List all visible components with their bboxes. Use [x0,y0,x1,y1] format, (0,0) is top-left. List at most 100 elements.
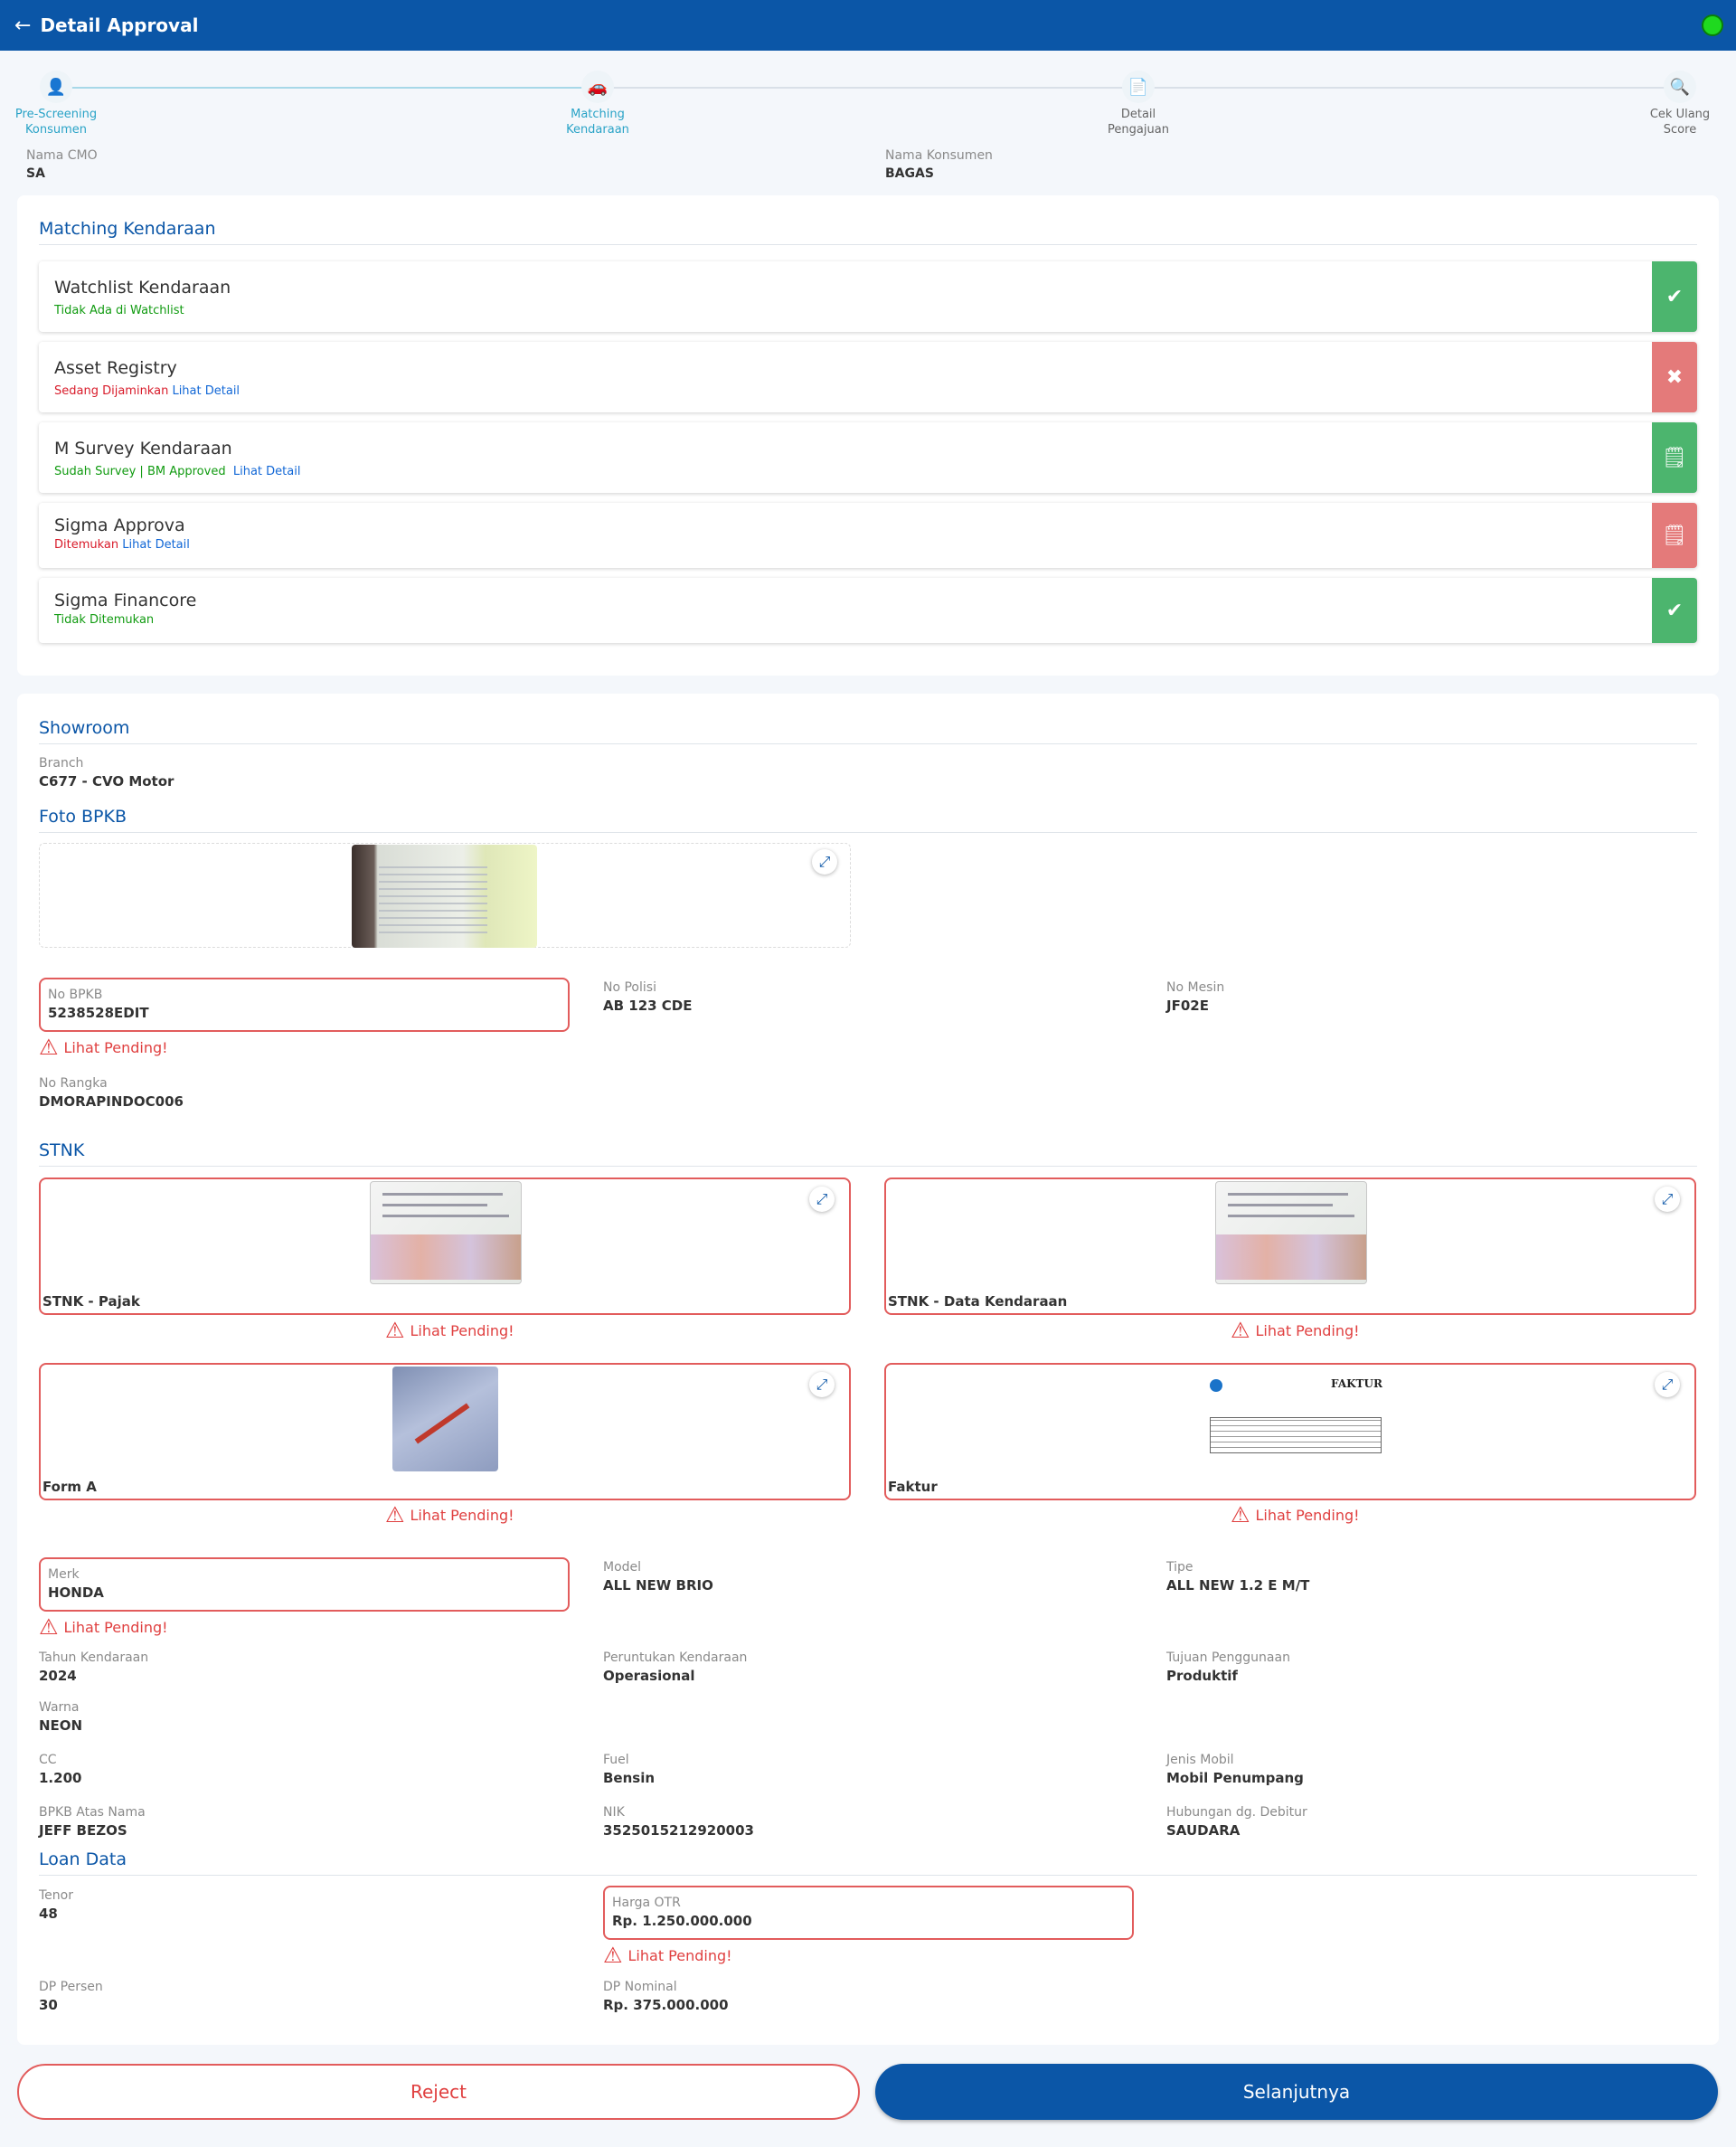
jenis-value: Mobil Penumpang [1166,1770,1304,1786]
konsumen-value: BAGAS [885,166,934,181]
dp-nominal-value: Rp. 375.000.000 [603,1997,729,2013]
branch-field: Branch C677 - CVO Motor [39,755,174,791]
stepper-line [56,87,1680,89]
lihat-detail-link[interactable]: Lihat Detail [233,465,301,478]
warning-icon: ⚠ [39,1035,59,1060]
section-title-stnk: STNK [39,1140,1697,1167]
cmo-label: Nama CMO [26,148,98,163]
merk-label: Merk [48,1567,80,1582]
section-title-loan-data: Loan Data [39,1849,1697,1876]
reject-button[interactable]: Reject [17,2064,860,2120]
step-label: Matching [571,108,625,121]
step-cek-ulang[interactable]: 🔍 Cek Ulang Score [1617,71,1736,137]
doc-caption: Form A [42,1479,97,1495]
harga-otr-label: Harga OTR [612,1896,681,1910]
cc-value: 1.200 [39,1770,82,1786]
magnifier-icon: 🔍 [1664,71,1696,103]
stnk-pajak-image[interactable] [370,1181,522,1284]
selanjutnya-button[interactable]: Selanjutnya [875,2064,1718,2120]
faktur-box[interactable]: FAKTUR ⤢ Faktur [884,1363,1696,1500]
warning-icon: ⚠ [1231,1502,1250,1527]
matching-row-asset-registry: Asset Registry Sedang Dijaminkan Lihat D… [39,342,1697,412]
expand-icon[interactable]: ⤢ [812,849,837,875]
pending-text: Lihat Pending! [63,1618,168,1636]
back-arrow-icon[interactable]: ← [14,14,31,37]
step-detail-pengajuan[interactable]: 📄 Detail Pengajuan [1075,71,1202,137]
form-a-image[interactable] [392,1367,498,1471]
no-rangka-field: No Rangka DMORAPINDOC006 [39,1075,184,1111]
step-label: Detail [1120,108,1156,121]
tujuan-label: Tujuan Penggunaan [1166,1650,1290,1665]
expand-icon[interactable]: ⤢ [809,1372,835,1397]
pending-text: Lihat Pending! [63,1038,168,1056]
stepper: 👤 Pre-Screening Konsumen 🚗 Matching Kend… [0,51,1736,141]
no-bpkb-label: No BPKB [48,988,103,1002]
document-view-icon[interactable]: 🗒 [1652,422,1697,493]
hubungan-value: SAUDARA [1166,1822,1241,1839]
stnk-data-kendaraan-image[interactable] [1215,1181,1367,1284]
expand-icon[interactable]: ⤢ [809,1187,835,1212]
atas-nama-value: JEFF BEZOS [39,1822,127,1839]
expand-icon[interactable]: ⤢ [1655,1372,1680,1397]
konsumen-info: Nama Konsumen BAGAS [885,147,993,184]
pending-text: Lihat Pending! [410,1321,514,1339]
cc-field: CC 1.200 [39,1752,81,1788]
tipe-value: ALL NEW 1.2 E M/T [1166,1577,1310,1594]
pending-text: Lihat Pending! [1255,1506,1360,1524]
row-title: M Survey Kendaraan [54,439,232,459]
lihat-detail-link[interactable]: Lihat Detail [172,384,240,398]
lihat-detail-link[interactable]: Lihat Detail [122,538,190,552]
pending-text: Lihat Pending! [410,1506,514,1524]
document-icon: 📄 [1122,71,1155,103]
merk-field[interactable]: Merk HONDA [39,1557,570,1612]
no-bpkb-field[interactable]: No BPKB 5238528EDIT [39,978,570,1032]
atas-nama-label: BPKB Atas Nama [39,1805,146,1820]
model-label: Model [603,1560,642,1575]
tenor-value: 48 [39,1906,58,1922]
cmo-value: SA [26,166,45,181]
dp-persen-value: 30 [39,1997,58,2013]
tahun-value: 2024 [39,1668,77,1684]
stnk-pajak-box[interactable]: ⤢ STNK - Pajak [39,1178,851,1315]
step-pre-screening[interactable]: 👤 Pre-Screening Konsumen [0,71,119,137]
warning-icon: ⚠ [385,1502,405,1527]
stnk-data-kendaraan-box[interactable]: ⤢ STNK - Data Kendaraan [884,1178,1696,1315]
document-view-icon[interactable]: 🗒 [1652,503,1697,568]
pending-link[interactable]: ⚠ Lihat Pending! [603,1944,732,1966]
no-polisi-field: No Polisi AB 123 CDE [603,979,693,1016]
konsumen-label: Nama Konsumen [885,148,993,163]
pending-text: Lihat Pending! [1255,1321,1360,1339]
tujuan-field: Tujuan Penggunaan Produktif [1166,1650,1290,1686]
pending-link[interactable]: ⚠ Lihat Pending! [39,1036,168,1058]
bpkb-photo[interactable] [352,845,537,948]
x-circle-icon: ✖ [1652,342,1697,412]
pending-link[interactable]: ⚠ Lihat Pending! [1231,1504,1360,1526]
row-status: Sudah Survey | BM Approved [54,465,226,478]
pending-link[interactable]: ⚠ Lihat Pending! [39,1616,168,1638]
dp-nominal-field: DP Nominal Rp. 375.000.000 [603,1979,729,2015]
section-title-showroom: Showroom [39,718,1697,744]
branch-label: Branch [39,756,84,771]
expand-icon[interactable]: ⤢ [1655,1187,1680,1212]
car-icon: 🚗 [581,71,614,103]
pending-link[interactable]: ⚠ Lihat Pending! [1231,1319,1360,1341]
no-mesin-label: No Mesin [1166,980,1225,995]
pending-link[interactable]: ⚠ Lihat Pending! [385,1319,514,1341]
row-status: Ditemukan [54,538,119,552]
nik-value: 3525015212920003 [603,1822,754,1839]
tahun-label: Tahun Kendaraan [39,1650,149,1665]
dp-nominal-label: DP Nominal [603,1980,677,1994]
faktur-image[interactable]: FAKTUR [1206,1367,1387,1457]
form-a-box[interactable]: ⤢ Form A [39,1363,851,1500]
harga-otr-field[interactable]: Harga OTR Rp. 1.250.000.000 [603,1886,1134,1940]
model-field: Model ALL NEW BRIO [603,1559,713,1595]
doc-caption: STNK - Pajak [42,1293,140,1310]
warna-value: NEON [39,1717,83,1734]
step-label: Konsumen [25,123,87,137]
step-matching[interactable]: 🚗 Matching Kendaraan [534,71,661,137]
tenor-field: Tenor 48 [39,1887,73,1924]
hubungan-label: Hubungan dg. Debitur [1166,1805,1307,1820]
no-mesin-field: No Mesin JF02E [1166,979,1224,1016]
row-title: Watchlist Kendaraan [54,278,231,298]
pending-link[interactable]: ⚠ Lihat Pending! [385,1504,514,1526]
